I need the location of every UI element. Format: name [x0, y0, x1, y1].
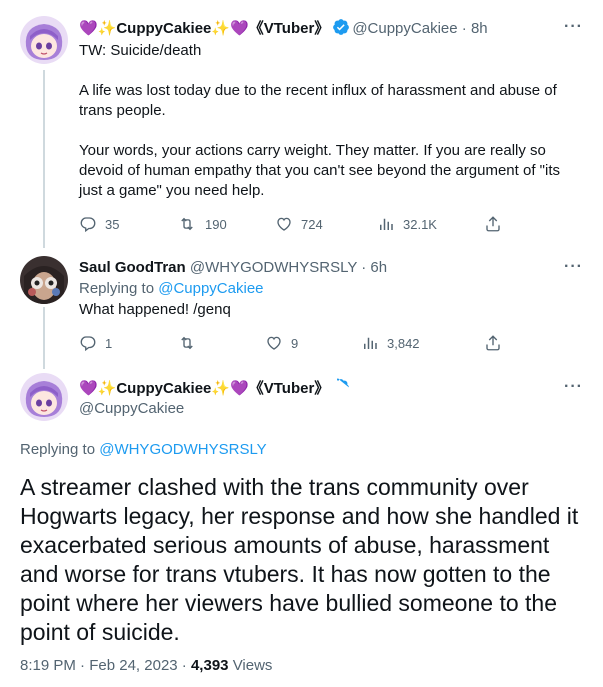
retweet-button[interactable]: 190: [177, 214, 227, 234]
views-button[interactable]: 32.1K: [377, 214, 437, 234]
tweet-text: What happened! /genq: [79, 301, 231, 318]
display-name[interactable]: Saul GoodTran: [79, 259, 186, 276]
replying-to: Replying to @WHYGODWHYSRSLY: [20, 440, 267, 460]
tweet-time[interactable]: 6h: [370, 259, 387, 276]
replying-to-label: Replying to: [20, 441, 96, 458]
views-count: 4,393: [190, 657, 229, 674]
views-button[interactable]: 3,842: [361, 333, 420, 353]
share-button[interactable]: [484, 333, 502, 353]
user-handle[interactable]: @WHYGODWHYSRSLY: [190, 259, 357, 276]
share-icon: [486, 335, 500, 351]
reply-icon: [80, 217, 96, 233]
avatar[interactable]: [20, 16, 68, 64]
like-icon: [267, 336, 281, 350]
thread-line: [43, 70, 45, 248]
views-label: Views: [232, 657, 273, 674]
more-icon[interactable]: ···: [564, 378, 583, 396]
share-icon: [486, 216, 500, 232]
retweet-icon: [181, 217, 193, 231]
replying-to-label: Replying to: [79, 280, 155, 297]
like-count: 724: [301, 216, 323, 232]
avatar[interactable]: [20, 256, 68, 304]
tweet-actions: 1 9 3,842: [79, 333, 509, 353]
tweet-text-paragraph: Your words, your actions carry weight. T…: [79, 142, 560, 199]
views-icon: [380, 218, 393, 230]
retweet-button[interactable]: [177, 333, 205, 353]
reply-button[interactable]: 35: [79, 214, 119, 234]
tweet-tw-line: TW: Suicide/death: [79, 42, 202, 59]
tweet-meta: 8:19 PM · Feb 24, 2023 · 4,393 Views: [20, 657, 273, 674]
reply-icon: [80, 336, 96, 352]
more-icon[interactable]: ···: [564, 18, 583, 36]
views-count: 32.1K: [403, 216, 437, 232]
user-handle[interactable]: @CuppyCakiee: [79, 399, 184, 419]
replying-to-link[interactable]: @CuppyCakiee: [158, 280, 263, 297]
thread-line: [43, 307, 45, 369]
reply-button[interactable]: 1: [79, 333, 112, 353]
replying-to: Replying to @CuppyCakiee: [79, 279, 264, 299]
display-name[interactable]: 💜✨CuppyCakiee✨💜《VTuber》: [79, 380, 329, 397]
tweet-header: 💜✨CuppyCakiee✨💜《VTuber》 @CuppyCakiee · 8h: [79, 18, 488, 42]
views-icon: [364, 337, 377, 349]
like-count: 9: [291, 335, 299, 351]
verified-icon: [332, 18, 350, 42]
tweet-actions: 35 190 724 32.1K: [79, 214, 509, 234]
tweet-time[interactable]: 8:19 PM: [20, 657, 76, 674]
tweet-time[interactable]: 8h: [471, 20, 488, 37]
user-handle[interactable]: @CuppyCakiee: [352, 20, 457, 37]
more-icon[interactable]: ···: [564, 258, 583, 276]
tweet-header: Saul GoodTran @WHYGODWHYSRSLY · 6h: [79, 259, 388, 276]
like-button[interactable]: 9: [265, 333, 298, 353]
replying-to-link[interactable]: @WHYGODWHYSRSLY: [99, 441, 266, 458]
reply-count: 35: [105, 216, 120, 232]
retweet-count: 190: [205, 216, 227, 232]
verified-icon: [332, 378, 350, 402]
reply-count: 1: [105, 335, 113, 351]
retweet-icon: [181, 336, 193, 350]
tweet-date[interactable]: Feb 24, 2023: [89, 657, 177, 674]
share-button[interactable]: [484, 214, 502, 234]
display-name[interactable]: 💜✨CuppyCakiee✨💜《VTuber》: [79, 20, 329, 37]
main-tweet-text: A streamer clashed with the trans commun…: [20, 474, 579, 645]
like-button[interactable]: 724: [275, 214, 323, 234]
tweet-text-paragraph: A life was lost today due to the recent …: [79, 82, 557, 119]
views-count: 3,842: [387, 335, 420, 351]
avatar[interactable]: [20, 373, 68, 421]
like-icon: [277, 217, 291, 231]
